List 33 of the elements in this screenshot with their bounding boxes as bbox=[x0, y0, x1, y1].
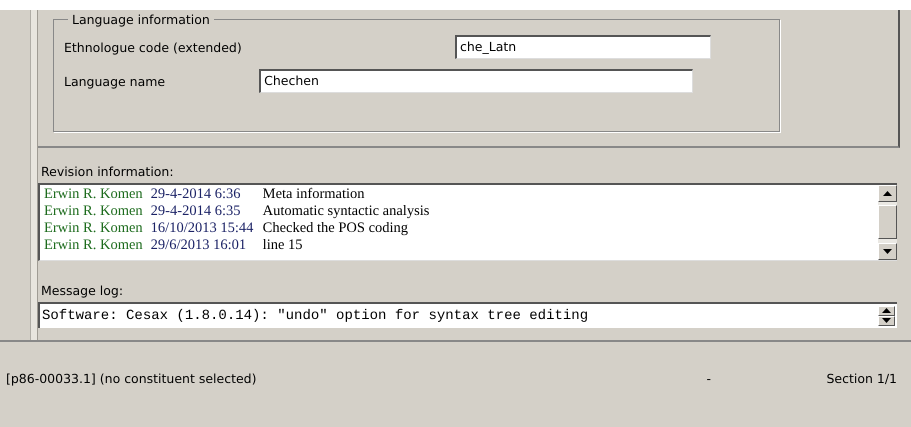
status-section: Section 1/1 bbox=[826, 371, 897, 386]
revision-list[interactable]: Erwin R. Komen 29-4-2014 6:36 Meta information Erwin R. Komen 29-4-2014 6:35 Automatic syntactic analysis Erwin R. Komen 16/10/2013 15:44 Checked the POS coding Erwin R. Komen 29/6/2013 16:01 line 15 bbox=[38, 183, 897, 261]
date-text: 29/6/2013 16:01 bbox=[150, 237, 248, 254]
text-field[interactable]: Chechen bbox=[259, 69, 694, 93]
scroll-down-button[interactable] bbox=[878, 243, 897, 260]
down-arrow-icon bbox=[883, 249, 892, 254]
scroll-up-button[interactable] bbox=[878, 185, 897, 202]
status-location: [p86-00033.1] (no constituent selected) bbox=[6, 371, 258, 386]
date-text: 16/10/2013 15:44 bbox=[150, 220, 254, 237]
up-arrow-icon bbox=[883, 191, 892, 196]
author-text: Erwin R. Komen bbox=[44, 220, 143, 237]
author-text: Erwin R. Komen bbox=[44, 186, 143, 203]
spin-up-button[interactable] bbox=[878, 306, 895, 316]
group-title: Language information bbox=[71, 12, 211, 27]
description-text: Automatic syntactic analysis bbox=[262, 203, 430, 220]
description-text: Checked the POS coding bbox=[262, 220, 408, 237]
date-text: 29-4-2014 6:36 bbox=[150, 186, 242, 203]
text-field[interactable]: che_Latn bbox=[455, 35, 711, 59]
down-arrow-icon bbox=[882, 318, 891, 323]
status-middle: - bbox=[706, 371, 712, 386]
field-label: Language name bbox=[64, 74, 166, 88]
field-label: Ethnologue code (extended) bbox=[64, 40, 242, 54]
author-text: Erwin R. Komen bbox=[44, 203, 143, 220]
scroll-thumb[interactable] bbox=[878, 205, 897, 239]
message-log-field[interactable]: Software: Cesax (1.8.0.14): "undo" option for syntax tree editing bbox=[38, 302, 897, 328]
message-log-label: Message log: bbox=[41, 283, 124, 298]
date-text: 29-4-2014 6:35 bbox=[150, 203, 242, 220]
up-arrow-icon bbox=[882, 308, 891, 313]
description-text: Meta information bbox=[262, 186, 365, 203]
spin-down-button[interactable] bbox=[878, 316, 895, 326]
description-text: line 15 bbox=[262, 237, 303, 254]
author-text: Erwin R. Komen bbox=[44, 237, 143, 254]
revision-label: Revision information: bbox=[41, 164, 175, 179]
